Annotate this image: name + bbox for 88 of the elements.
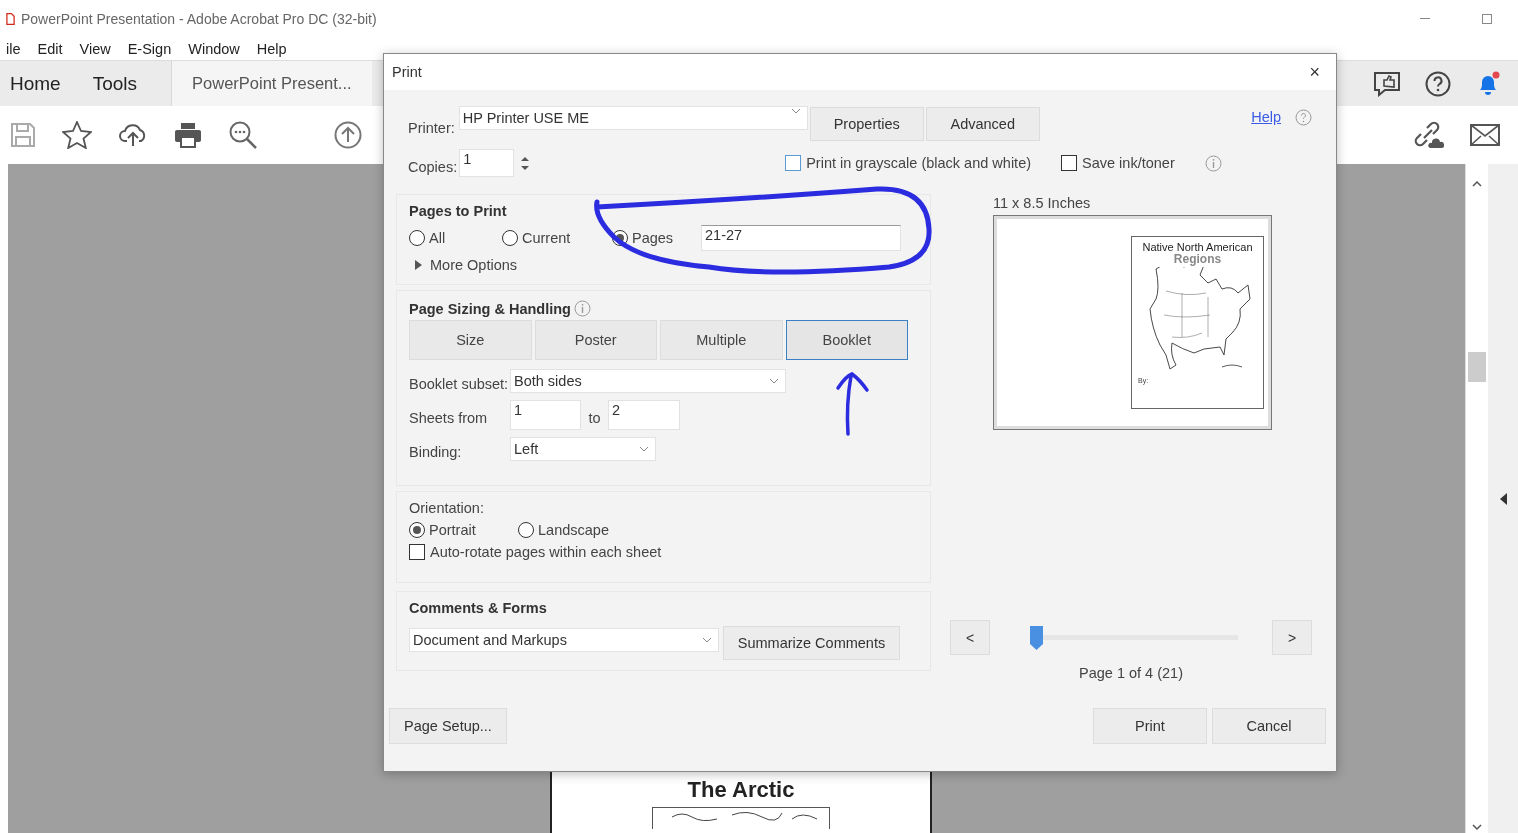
window-title: PowerPoint Presentation - Adobe Acrobat Pro DC (32-bit) <box>21 11 377 27</box>
sheets-from-field[interactable]: 1 <box>510 400 581 430</box>
sheets-to-field[interactable]: 2 <box>608 400 680 430</box>
advanced-button[interactable]: Advanced <box>925 107 1040 141</box>
radio-button[interactable] <box>409 522 425 538</box>
chevron-down-icon <box>790 108 801 114</box>
menu-item[interactable]: E-Sign <box>127 41 172 57</box>
maximize-icon[interactable] <box>1482 14 1492 24</box>
printer-dropdown[interactable]: HP Printer USE ME <box>458 106 808 130</box>
radio-button[interactable] <box>409 230 425 246</box>
radio-button[interactable] <box>502 230 518 246</box>
field-label: Sheets from <box>409 410 489 426</box>
sizing-tab[interactable]: Booklet <box>785 320 908 360</box>
checkbox-label: Print in grayscale (black and white) <box>806 155 1032 171</box>
section-heading: Pages to Print <box>409 203 508 219</box>
sizing-tab[interactable]: Poster <box>534 320 657 360</box>
radio-button[interactable] <box>518 522 534 538</box>
copies-field[interactable]: 1 <box>459 149 515 177</box>
pages-field[interactable]: 21-27 <box>701 225 901 251</box>
help-link[interactable]: Help <box>1251 109 1281 125</box>
radio-label: Current <box>522 230 571 246</box>
zoom-out-icon[interactable] <box>228 120 258 150</box>
minimize-icon[interactable] <box>1420 18 1430 20</box>
properties-button[interactable]: Properties <box>809 107 924 141</box>
field-label: Printer: <box>408 120 455 136</box>
close-button[interactable]: × <box>1305 61 1324 83</box>
pdf-file-icon <box>6 12 15 26</box>
slider-thumb[interactable] <box>1030 625 1043 650</box>
thumbnail-title: Native North American <box>1142 241 1253 253</box>
chevron-down-icon <box>702 637 712 643</box>
chevron-down-icon <box>769 378 779 384</box>
annotation-arrow-drawing <box>836 372 869 436</box>
dialog-title: Print <box>392 64 422 80</box>
radio-label: Portrait <box>429 522 476 538</box>
checkbox-label: Save ink/toner <box>1082 155 1175 171</box>
print-icon[interactable] <box>174 122 202 148</box>
app-tab[interactable]: Tools <box>82 72 148 95</box>
expand-arrow-icon[interactable] <box>415 260 422 270</box>
page-heading: The Arctic <box>687 777 795 803</box>
radio-label: Pages <box>632 230 674 246</box>
help-icon[interactable] <box>1425 70 1451 97</box>
paper-size-label: 11 x 8.5 Inches <box>993 195 1092 211</box>
menu-item[interactable]: View <box>79 41 111 57</box>
mail-icon[interactable] <box>1470 124 1500 146</box>
app-tab[interactable]: PowerPoint Present... <box>171 61 372 106</box>
booklet-subset-dropdown[interactable]: Both sides <box>510 369 786 393</box>
star-icon[interactable] <box>62 121 92 149</box>
scroll-up-icon[interactable] <box>1472 180 1482 187</box>
thumbnail-subtitle: Regions <box>1173 253 1222 265</box>
page-status: Page 1 of 4 (21) <box>1079 665 1184 681</box>
section-heading: Orientation: <box>409 500 485 516</box>
auto-rotate-checkbox[interactable] <box>409 544 425 560</box>
field-label: Binding: <box>409 444 463 460</box>
comments-dropdown[interactable]: Document and Markups <box>409 628 719 652</box>
field-label: Copies: <box>408 159 458 175</box>
sizing-tab[interactable]: Multiple <box>660 320 783 360</box>
app-tab[interactable]: Home <box>0 72 71 95</box>
print-button[interactable]: Print <box>1093 708 1207 744</box>
section-heading: Comments & Forms <box>409 600 548 616</box>
scroll-thumb[interactable] <box>1468 352 1486 382</box>
comment-like-icon[interactable] <box>1373 70 1401 97</box>
save-ink-checkbox[interactable] <box>1061 155 1078 171</box>
grayscale-checkbox[interactable] <box>785 155 802 171</box>
menu-item[interactable]: Help <box>256 41 287 57</box>
scroll-down-icon[interactable] <box>1472 824 1482 831</box>
arrow-up-circle-icon[interactable] <box>334 121 362 149</box>
link-cloud-icon[interactable] <box>1412 120 1444 150</box>
menu-item[interactable]: ile <box>6 41 21 57</box>
menu-item[interactable]: Edit <box>37 41 63 57</box>
binding-dropdown[interactable]: Left <box>510 437 656 461</box>
menu-item[interactable]: Window <box>188 41 240 57</box>
checkbox-label: Auto-rotate pages within each sheet <box>430 544 662 560</box>
previous-page-button[interactable]: < <box>950 620 990 655</box>
page-setup-button[interactable]: Page Setup... <box>389 708 507 744</box>
cloud-upload-icon[interactable] <box>118 122 148 148</box>
radio-label: Landscape <box>538 522 609 538</box>
next-page-button[interactable]: > <box>1272 620 1312 655</box>
sizing-tab[interactable]: Size <box>409 320 532 360</box>
expand-panel-icon[interactable] <box>1499 492 1507 505</box>
section-heading: Page Sizing & Handling <box>409 300 571 317</box>
scrollbar[interactable] <box>1465 164 1488 833</box>
field-label: to <box>587 410 602 426</box>
field-label: Booklet subset: <box>409 376 510 392</box>
chevron-down-icon <box>639 446 649 452</box>
cancel-button[interactable]: Cancel <box>1212 708 1326 744</box>
more-options-link[interactable]: More Options <box>430 257 518 273</box>
radio-label: All <box>429 230 446 246</box>
summarize-comments-button[interactable]: Summarize Comments <box>723 626 900 660</box>
